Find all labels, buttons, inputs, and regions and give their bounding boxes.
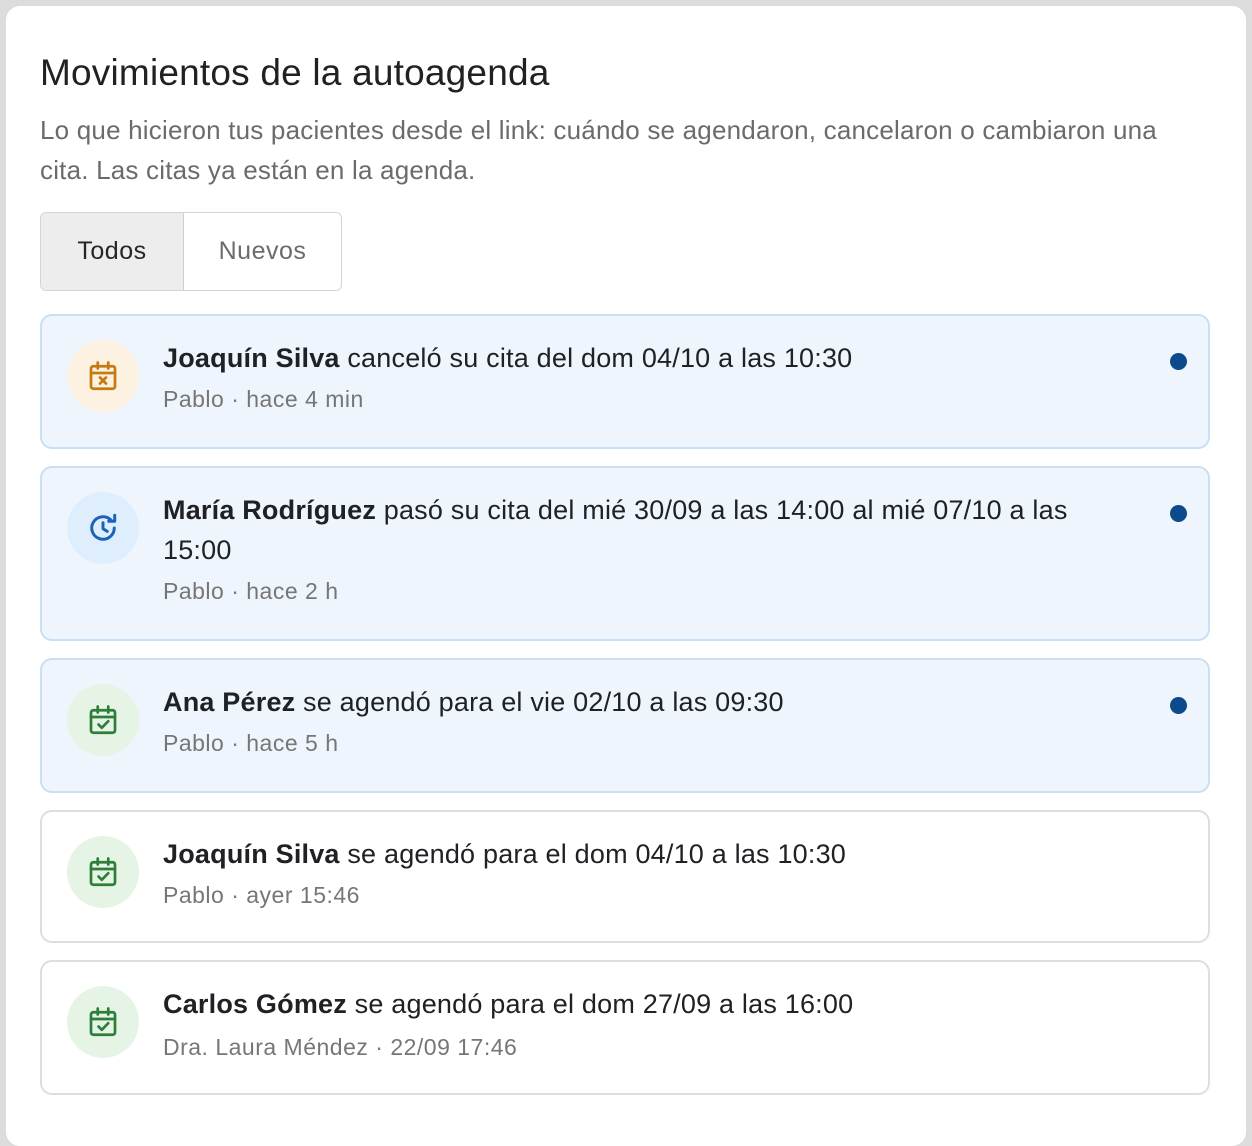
activity-action: se agendó para el dom 27/09 a las 16:00 [346, 989, 854, 1019]
clock-rotate-icon [67, 492, 139, 564]
unread-dot [1170, 697, 1187, 714]
activity-meta: Pablo · ayer 15:46 [163, 882, 360, 908]
activity-item[interactable]: Ana Pérez se agendó para el vie 02/10 a … [40, 658, 1210, 793]
calendar-check-icon [67, 836, 139, 908]
activity-meta: Pablo · hace 2 h [163, 578, 339, 604]
activity-item[interactable]: Carlos Gómez se agendó para el dom 27/09… [40, 960, 1210, 1095]
calendar-check-icon [67, 684, 139, 756]
activity-message: María Rodríguez pasó su cita del mié 30/… [163, 490, 1113, 570]
activity-message: Carlos Gómez se agendó para el dom 27/09… [163, 984, 1113, 1024]
activity-item[interactable]: Joaquín Silva canceló su cita del dom 04… [40, 314, 1210, 449]
activity-message: Ana Pérez se agendó para el vie 02/10 a … [163, 682, 1113, 722]
page-title: Movimientos de la autoagenda [40, 52, 550, 93]
patient-name: Ana Pérez [163, 687, 296, 717]
activity-meta: Pablo · hace 5 h [163, 730, 339, 756]
activity-meta: Pablo · hace 4 min [163, 386, 364, 412]
patient-name: Carlos Gómez [163, 989, 347, 1019]
unread-dot [1170, 505, 1187, 522]
patient-name: María Rodríguez [163, 495, 377, 525]
activity-action: canceló su cita del dom 04/10 a las 10:3… [339, 343, 853, 373]
activity-item[interactable]: María Rodríguez pasó su cita del mié 30/… [40, 466, 1210, 641]
calendar-x-icon [67, 340, 139, 412]
page-subtitle: Lo que hicieron tus pacientes desde el l… [40, 115, 1157, 185]
filter-tabs: Todos Nuevos [40, 212, 342, 291]
activity-action: se agendó para el dom 04/10 a las 10:30 [339, 839, 847, 869]
tab-todos[interactable]: Todos [41, 213, 184, 290]
activity-message: Joaquín Silva se agendó para el dom 04/1… [163, 834, 1113, 874]
patient-name: Joaquín Silva [163, 343, 340, 373]
activity-panel: Movimientos de la autoagenda Lo que hici… [6, 6, 1246, 1146]
activity-message: Joaquín Silva canceló su cita del dom 04… [163, 338, 1113, 378]
activity-item[interactable]: Joaquín Silva se agendó para el dom 04/1… [40, 810, 1210, 943]
patient-name: Joaquín Silva [163, 839, 340, 869]
unread-dot [1170, 353, 1187, 370]
calendar-check-icon [67, 986, 139, 1058]
activity-meta: Dra. Laura Méndez · 22/09 17:46 [163, 1034, 518, 1060]
activity-action: se agendó para el vie 02/10 a las 09:30 [295, 687, 784, 717]
tab-nuevos[interactable]: Nuevos [184, 213, 341, 290]
